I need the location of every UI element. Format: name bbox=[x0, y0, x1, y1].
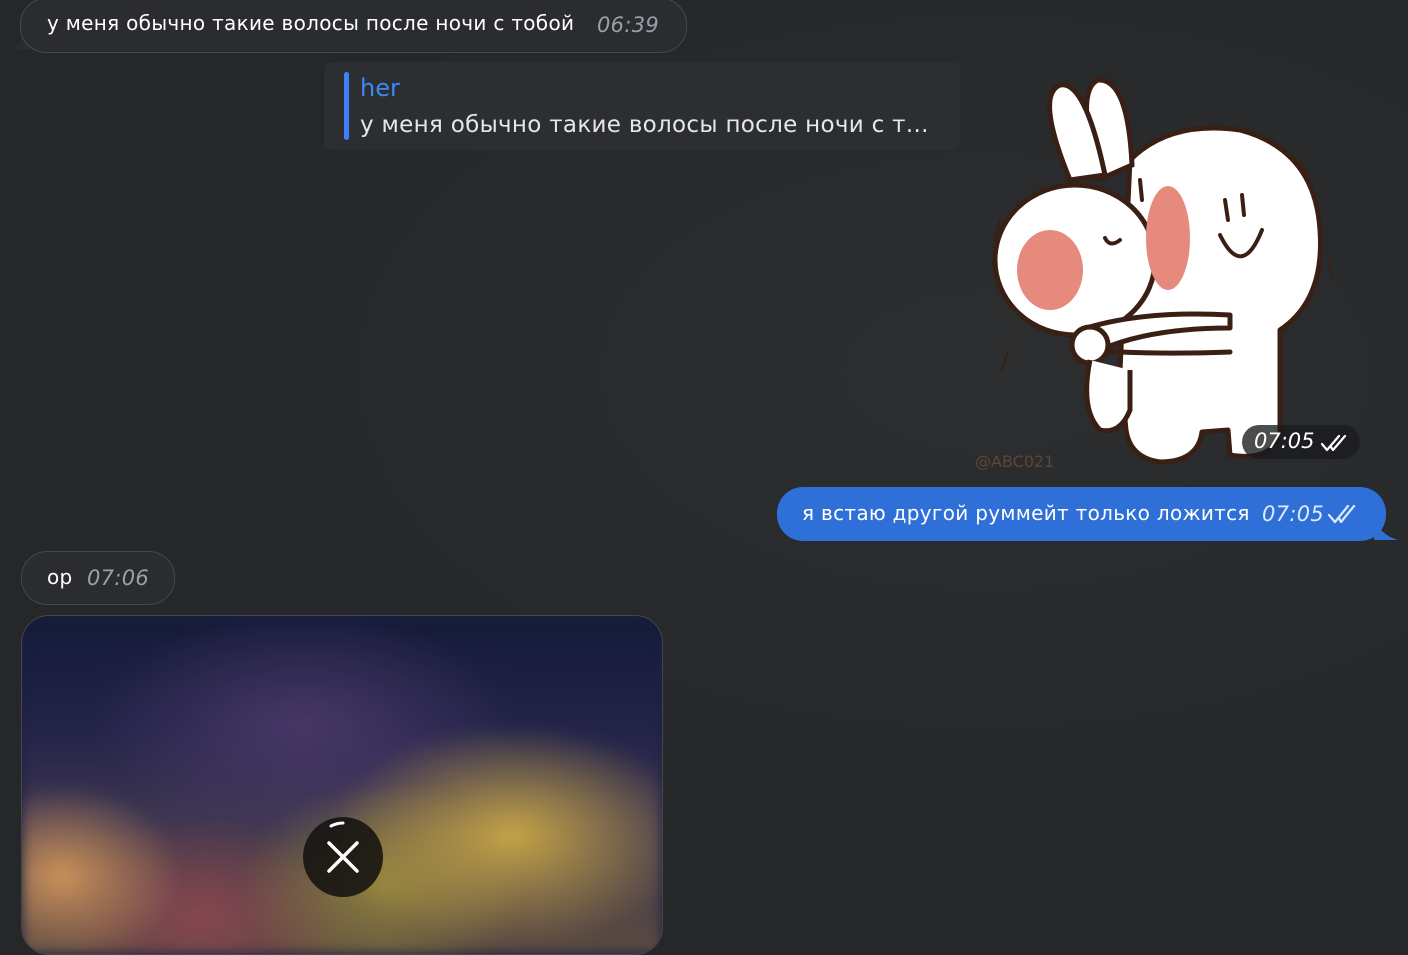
message-text: я встаю другой руммейт только ложится bbox=[802, 501, 1250, 525]
sticker-watermark: @ABC021 bbox=[975, 452, 1055, 471]
blurred-image-preview bbox=[22, 616, 662, 954]
reply-quote-text: у меня обычно такие волосы после ночи с … bbox=[360, 112, 929, 138]
message-time: 07:05 bbox=[1262, 502, 1325, 526]
reply-preview[interactable]: her у меня обычно такие волосы после ноч… bbox=[324, 62, 960, 150]
sticker-time-badge: 07:05 bbox=[1242, 425, 1360, 459]
reply-author: her bbox=[360, 74, 400, 102]
message-text: у меня обычно такие волосы после ночи с … bbox=[47, 11, 575, 35]
double-check-icon bbox=[1327, 504, 1356, 524]
bunny-hug-sticker[interactable] bbox=[980, 70, 1340, 470]
double-check-icon bbox=[1320, 434, 1347, 452]
media-preview[interactable] bbox=[21, 615, 663, 955]
cancel-download-button[interactable] bbox=[303, 817, 383, 897]
message-time: 07:06 bbox=[87, 566, 150, 590]
incoming-message[interactable]: у меня обычно такие волосы после ночи с … bbox=[20, 0, 687, 53]
outgoing-message[interactable]: я встаю другой руммейт только ложится 07… bbox=[777, 487, 1386, 541]
incoming-message[interactable]: ор 07:06 bbox=[21, 551, 175, 605]
reply-bar bbox=[344, 72, 349, 140]
message-time: 06:39 bbox=[597, 13, 660, 37]
message-time: 07:05 bbox=[1254, 429, 1315, 453]
message-text: ор bbox=[47, 565, 73, 589]
close-icon bbox=[327, 841, 359, 873]
